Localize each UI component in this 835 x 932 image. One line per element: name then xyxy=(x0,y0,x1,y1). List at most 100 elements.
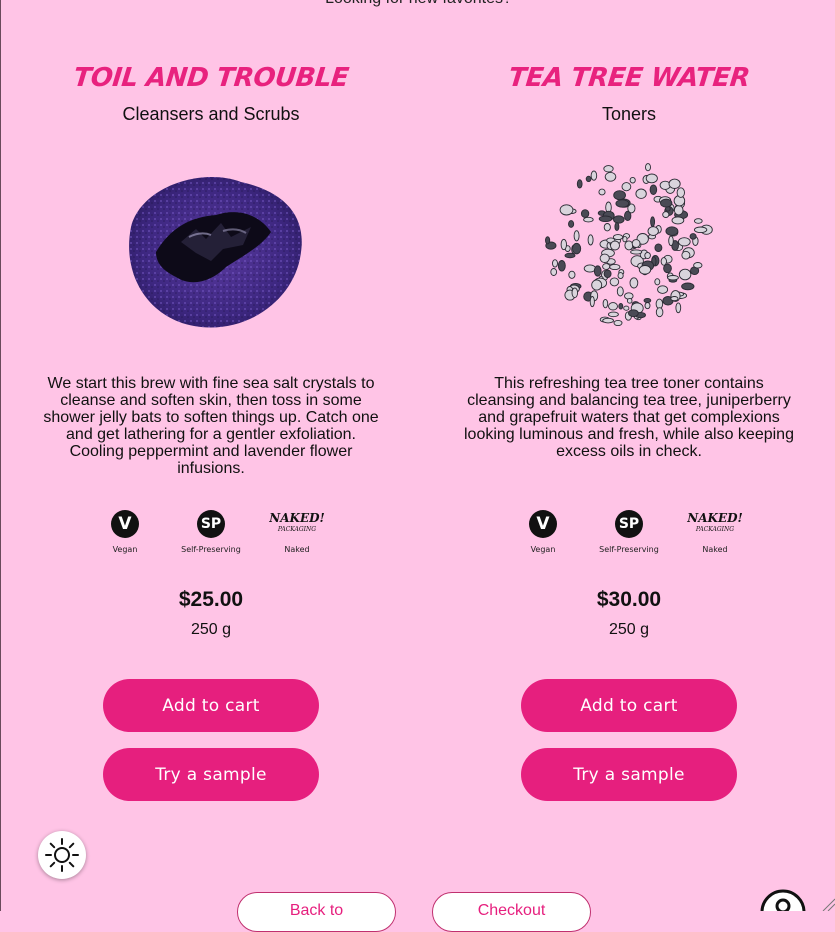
vegan-icon: V xyxy=(529,510,557,538)
product-size: 250 g xyxy=(190,621,232,638)
water-droplet xyxy=(635,188,647,199)
account-button[interactable] xyxy=(759,888,807,932)
water-droplet xyxy=(591,279,603,291)
checkout-button[interactable]: Checkout xyxy=(432,892,591,932)
water-droplet xyxy=(673,205,684,216)
water-droplet xyxy=(598,215,613,223)
badge-naked: NAKED! PACKAGING Naked xyxy=(267,510,327,554)
water-droplet xyxy=(576,179,583,189)
try-sample-button[interactable]: Try a sample xyxy=(521,748,737,801)
water-droplet xyxy=(629,176,636,184)
water-droplet xyxy=(571,287,579,299)
user-icon xyxy=(760,889,806,932)
water-droplet xyxy=(603,165,614,173)
naked-mark-text: NAKED! xyxy=(269,511,325,525)
water-droplet xyxy=(681,282,695,291)
water-droplet xyxy=(613,190,626,201)
badge-self-preserving: SP Self-Preserving xyxy=(599,510,659,554)
water-droplet xyxy=(662,211,670,218)
water-droplet xyxy=(671,216,685,225)
badge-vegan: V Vegan xyxy=(95,510,155,554)
water-droplet xyxy=(668,235,674,247)
product-title: Tea Tree Water xyxy=(506,63,752,93)
water-droplet xyxy=(650,216,656,228)
water-droplet xyxy=(559,204,574,216)
water-droplet xyxy=(628,309,639,318)
self-preserving-icon: SP xyxy=(615,510,643,538)
water-droplet xyxy=(670,296,679,302)
water-droplet xyxy=(643,297,652,304)
water-droplet xyxy=(603,269,612,279)
water-droplet xyxy=(612,234,624,241)
try-sample-button[interactable]: Try a sample xyxy=(103,748,319,801)
water-droplet xyxy=(623,305,630,311)
self-preserving-icon: SP xyxy=(197,510,225,538)
water-droplet xyxy=(613,215,625,224)
water-droplet xyxy=(590,170,598,181)
water-droplet xyxy=(587,234,594,246)
product-description: This refreshing tea tree toner contains … xyxy=(464,375,794,460)
water-droplet xyxy=(545,236,551,245)
water-droplet xyxy=(660,257,667,266)
water-droplet xyxy=(593,265,602,277)
naked-mark-sub: PACKAGING xyxy=(277,526,317,533)
vegan-icon: V xyxy=(111,510,139,538)
water-droplet xyxy=(677,237,691,247)
badge-label: Self-Preserving xyxy=(599,545,659,554)
product-category: Cleansers and Scrubs xyxy=(122,104,300,124)
water-droplet xyxy=(647,226,659,236)
resize-grip-icon[interactable] xyxy=(821,897,835,911)
product-card-toil-and-trouble: Toil and Trouble Cleansers and Scrubs xyxy=(31,60,391,801)
add-to-cart-button[interactable]: Add to cart xyxy=(521,679,737,732)
badge-label: Vegan xyxy=(112,545,138,554)
water-droplet xyxy=(610,240,620,251)
badge-label: Naked xyxy=(284,545,310,554)
badge-vegan: V Vegan xyxy=(513,510,573,554)
water-droplet xyxy=(693,218,703,224)
water-droplet xyxy=(678,268,692,281)
product-title: Toil and Trouble xyxy=(72,63,350,93)
water-droplet xyxy=(676,187,685,198)
water-droplet xyxy=(609,277,620,287)
naked-packaging-icon: NAKED! PACKAGING xyxy=(269,510,325,538)
badge-row: V Vegan SP Self-Preserving NAKED! PACKAG… xyxy=(449,510,809,554)
water-droplet xyxy=(618,302,624,310)
water-droplet xyxy=(568,270,576,279)
water-droplet xyxy=(585,175,592,183)
add-to-cart-button[interactable]: Add to cart xyxy=(103,679,319,732)
water-droplet xyxy=(629,277,639,289)
water-droplet xyxy=(589,296,595,308)
water-droplet xyxy=(693,262,703,269)
water-droplet xyxy=(644,251,651,260)
water-droplet xyxy=(665,226,679,236)
badge-self-preserving: SP Self-Preserving xyxy=(181,510,241,554)
back-button[interactable]: Back to xyxy=(237,892,396,932)
product-category: Toners xyxy=(601,104,657,124)
water-droplet xyxy=(645,163,651,172)
water-droplet xyxy=(599,253,610,263)
water-droplet xyxy=(645,173,658,184)
water-droplet xyxy=(660,198,673,208)
water-droplet xyxy=(668,178,681,189)
water-droplet xyxy=(675,302,682,314)
badge-label: Vegan xyxy=(530,545,556,554)
badge-row: V Vegan SP Self-Preserving NAKED! PACKAG… xyxy=(31,510,391,554)
page-subtitle: Looking for new favorites? xyxy=(1,0,835,8)
product-card-tea-tree-water: Tea Tree Water Toners This refreshing te… xyxy=(449,60,809,801)
water-droplet xyxy=(693,226,708,234)
water-droplet xyxy=(630,249,643,255)
water-droplet xyxy=(624,240,634,251)
sun-icon xyxy=(45,838,79,872)
water-droplet xyxy=(681,250,691,260)
water-droplet xyxy=(598,188,606,196)
water-droplet xyxy=(572,242,582,255)
water-droplet xyxy=(573,230,580,242)
product-size: 250 g xyxy=(608,621,650,638)
water-droplet xyxy=(552,259,558,268)
theme-toggle-button[interactable] xyxy=(38,831,86,879)
product-image xyxy=(31,147,391,347)
water-droplet xyxy=(560,238,567,251)
water-droplet xyxy=(583,216,594,223)
water-droplet xyxy=(655,307,664,318)
badge-naked: NAKED! PACKAGING Naked xyxy=(685,510,745,554)
